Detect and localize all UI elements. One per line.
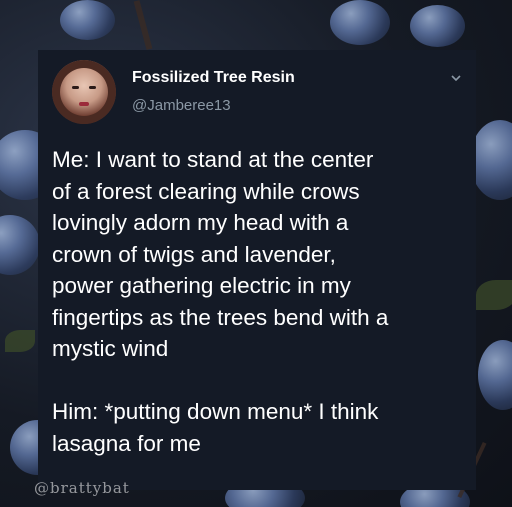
user-handle[interactable]: @Jamberee13: [132, 97, 231, 114]
blueberry: [60, 0, 115, 40]
avatar-eye: [72, 86, 79, 89]
tweet-line: lasagna for me: [52, 430, 201, 456]
tweet-card: Fossilized Tree Resin @Jamberee13 Me: I …: [38, 50, 476, 490]
chevron-down-icon[interactable]: [450, 72, 462, 84]
profile-avatar[interactable]: [52, 60, 116, 124]
blueberry: [0, 215, 40, 275]
tweet-line: crown of twigs and lavender,: [52, 241, 336, 267]
tweet-text: Me: I want to stand at the center of a fo…: [52, 144, 466, 459]
avatar-eye: [89, 86, 96, 89]
tweet-line: fingertips as the trees bend with a: [52, 304, 389, 330]
tweet-line: Me: I want to stand at the center: [52, 147, 374, 172]
tweet-line: lovingly adorn my head with a: [52, 210, 349, 235]
blueberry: [478, 340, 512, 410]
twig: [133, 0, 153, 50]
blueberry: [410, 5, 465, 47]
blueberry: [330, 0, 390, 45]
tweet-line: of a forest clearing while crows: [52, 178, 360, 204]
avatar-hair: [52, 60, 116, 124]
leaf: [476, 280, 512, 310]
watermark: @brattybat: [34, 479, 130, 497]
leaf: [5, 330, 35, 352]
tweet-line: Him: *putting down menu* I think: [52, 399, 379, 424]
avatar-lips: [79, 102, 89, 106]
tweet-line: power gathering electric in my: [52, 273, 351, 298]
tweet-line: mystic wind: [52, 336, 169, 361]
display-name[interactable]: Fossilized Tree Resin: [132, 69, 295, 87]
blueberry: [470, 120, 512, 200]
